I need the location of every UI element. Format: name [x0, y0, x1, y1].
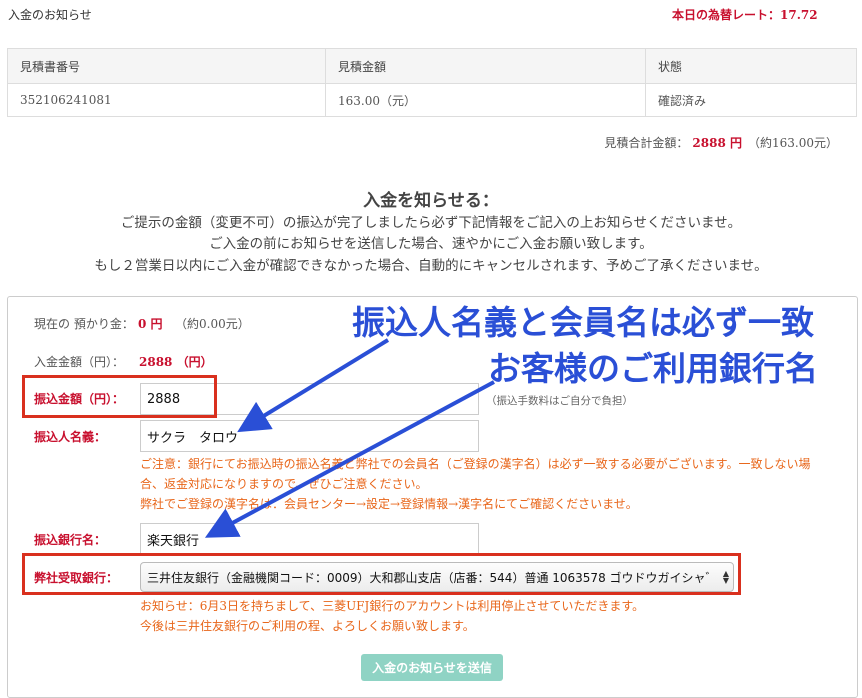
arrow-icon	[237, 338, 390, 433]
arrow-icon	[204, 380, 495, 538]
callout-arrows	[204, 338, 495, 538]
